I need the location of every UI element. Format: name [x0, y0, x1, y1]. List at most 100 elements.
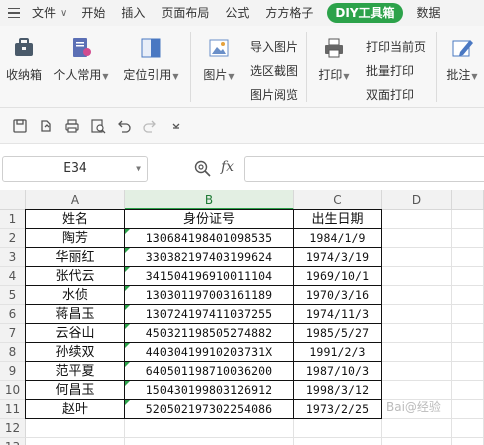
cell-e12[interactable] [452, 419, 484, 438]
tab-data[interactable]: 数据 [409, 0, 449, 26]
cell-a3[interactable]: 华丽红 [26, 248, 125, 267]
cell-e4[interactable] [452, 267, 484, 286]
cell-e5[interactable] [452, 286, 484, 305]
redo-icon[interactable] [142, 118, 158, 134]
tab-diy-toolbox[interactable]: DIY工具箱 [327, 3, 403, 23]
dropdown-arrow-icon[interactable]: ▼ [172, 72, 178, 81]
comment-button[interactable]: 批注▼ [442, 36, 482, 83]
cell-c4[interactable]: 1969/10/1 [294, 267, 382, 286]
cell-a7[interactable]: 云谷山 [26, 324, 125, 343]
cell-e6[interactable] [452, 305, 484, 324]
cell-b9[interactable]: 640501198710036200 [125, 362, 294, 381]
cell-c11[interactable]: 1973/2/25 [294, 400, 382, 419]
dropdown-arrow-icon[interactable]: ▼ [228, 72, 234, 81]
cell-c6[interactable]: 1974/11/3 [294, 305, 382, 324]
print-button[interactable]: 打印▼ [312, 36, 356, 83]
chevron-down-icon[interactable]: ▼ [136, 157, 141, 181]
cell-d2[interactable] [382, 229, 452, 248]
cell-e2[interactable] [452, 229, 484, 248]
cell-d4[interactable] [382, 267, 452, 286]
print-preview-icon[interactable] [90, 118, 106, 134]
cell-a8[interactable]: 孙续双 [26, 343, 125, 362]
column-header-b[interactable]: B [125, 190, 294, 210]
row-header-12[interactable]: 12 [0, 419, 26, 438]
row-header-2[interactable]: 2 [0, 229, 26, 248]
print-icon[interactable] [64, 118, 80, 134]
cell-e13[interactable] [452, 438, 484, 445]
save-icon[interactable] [12, 118, 28, 134]
tab-page-layout[interactable]: 页面布局 [153, 0, 217, 26]
row-header-8[interactable]: 8 [0, 343, 26, 362]
duplex-print-button[interactable]: 双面打印 [366, 86, 414, 103]
cell-b6[interactable]: 130724197411037255 [125, 305, 294, 324]
cell-e3[interactable] [452, 248, 484, 267]
cell-d13[interactable] [382, 438, 452, 445]
cell-d7[interactable] [382, 324, 452, 343]
cell-a4[interactable]: 张代云 [26, 267, 125, 286]
cell-e7[interactable] [452, 324, 484, 343]
cell-c12[interactable] [294, 419, 382, 438]
cell-d9[interactable] [382, 362, 452, 381]
picture-browse-button[interactable]: 图片阅览 [250, 86, 298, 103]
cell-a9[interactable]: 范平夏 [26, 362, 125, 381]
row-header-7[interactable]: 7 [0, 324, 26, 343]
customize-dropdown-icon[interactable] [168, 118, 184, 134]
dropdown-arrow-icon[interactable]: ▼ [102, 72, 108, 81]
column-header-c[interactable]: C [294, 190, 382, 210]
cell-b7[interactable]: 450321198505274882 [125, 324, 294, 343]
cell-d1[interactable] [382, 210, 452, 229]
cell-d3[interactable] [382, 248, 452, 267]
print-current-page-button[interactable]: 打印当前页 [366, 38, 426, 55]
cell-c7[interactable]: 1985/5/27 [294, 324, 382, 343]
hamburger-menu-icon[interactable] [8, 0, 26, 26]
tab-ffcell[interactable]: 方方格子 [257, 0, 321, 26]
cell-b1[interactable]: 身份证号 [125, 210, 294, 229]
cell-c8[interactable]: 1991/2/3 [294, 343, 382, 362]
menu-file[interactable]: 文件 [26, 0, 60, 26]
cell-d5[interactable] [382, 286, 452, 305]
cell-b13[interactable] [125, 438, 294, 445]
row-header-10[interactable]: 10 [0, 381, 26, 400]
cell-d12[interactable] [382, 419, 452, 438]
cell-c9[interactable]: 1987/10/3 [294, 362, 382, 381]
column-header-d[interactable]: D [382, 190, 452, 210]
cell-e1[interactable] [452, 210, 484, 229]
row-header-3[interactable]: 3 [0, 248, 26, 267]
cell-b11[interactable]: 520502197302254086 [125, 400, 294, 419]
name-box[interactable]: E34 ▼ [2, 156, 148, 182]
favorites-button[interactable]: 收纳箱 [4, 36, 44, 83]
undo-icon[interactable] [116, 118, 132, 134]
tab-home[interactable]: 开始 [73, 0, 113, 26]
dropdown-arrow-icon[interactable]: ▼ [343, 72, 349, 81]
row-header-6[interactable]: 6 [0, 305, 26, 324]
batch-print-button[interactable]: 批量打印 [366, 62, 414, 79]
cell-d8[interactable] [382, 343, 452, 362]
cell-b4[interactable]: 341504196910011104 [125, 267, 294, 286]
fx-icon[interactable]: fx [221, 159, 234, 175]
personal-button[interactable]: 个人常用▼ [52, 36, 110, 83]
tab-insert[interactable]: 插入 [113, 0, 153, 26]
cell-a10[interactable]: 何昌玉 [26, 381, 125, 400]
cell-c3[interactable]: 1974/3/19 [294, 248, 382, 267]
row-header-4[interactable]: 4 [0, 267, 26, 286]
cell-b3[interactable]: 330382197403199624 [125, 248, 294, 267]
cell-b10[interactable]: 150430199803126912 [125, 381, 294, 400]
cell-a12[interactable] [26, 419, 125, 438]
cell-a6[interactable]: 蒋昌玉 [26, 305, 125, 324]
cell-a11[interactable]: 赵叶 [26, 400, 125, 419]
cell-e10[interactable] [452, 381, 484, 400]
column-header-e[interactable] [452, 190, 484, 210]
cell-c2[interactable]: 1984/1/9 [294, 229, 382, 248]
cell-c1[interactable]: 出生日期 [294, 210, 382, 229]
row-header-13[interactable]: 13 [0, 438, 26, 445]
tab-formulas[interactable]: 公式 [217, 0, 257, 26]
cell-d6[interactable] [382, 305, 452, 324]
cell-a2[interactable]: 陶芳 [26, 229, 125, 248]
column-header-a[interactable]: A [26, 190, 125, 210]
cell-b2[interactable]: 130684198401098535 [125, 229, 294, 248]
cell-e9[interactable] [452, 362, 484, 381]
cell-e8[interactable] [452, 343, 484, 362]
cell-c10[interactable]: 1998/3/12 [294, 381, 382, 400]
cell-a5[interactable]: 水侦 [26, 286, 125, 305]
formula-input[interactable] [244, 156, 484, 182]
